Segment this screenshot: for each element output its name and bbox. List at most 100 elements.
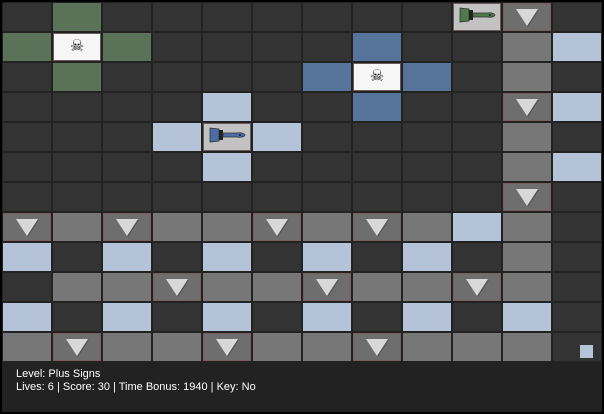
cell-gray-tile-r7c8[interactable] — [403, 213, 451, 241]
cell-light-blue-tile-r10c6[interactable] — [303, 303, 351, 331]
cell-gray-tile-r9c5[interactable] — [253, 273, 301, 301]
cell-light-blue-tile-r10c10[interactable] — [503, 303, 551, 331]
cell-empty-r0c7[interactable] — [353, 3, 401, 31]
cell-gray-tile-r11c8[interactable] — [403, 333, 451, 361]
cell-gray-tile-r11c6[interactable] — [303, 333, 351, 361]
cell-empty-r0c0[interactable] — [3, 3, 51, 31]
cell-gem-tile-r9c6[interactable] — [303, 273, 351, 301]
cell-empty-r5c1[interactable] — [53, 153, 101, 181]
cell-gray-tile-r9c2[interactable] — [103, 273, 151, 301]
cell-paintbrush-tile-r0c9[interactable] — [453, 3, 501, 31]
cell-light-blue-tile-r1c11[interactable] — [553, 33, 601, 61]
cell-empty-r8c11[interactable] — [553, 243, 601, 271]
cell-empty-r5c7[interactable] — [353, 153, 401, 181]
cell-paintbrush-tile-r4c4[interactable] — [203, 123, 251, 151]
cell-light-blue-tile-r8c8[interactable] — [403, 243, 451, 271]
cell-empty-r4c1[interactable] — [53, 123, 101, 151]
cell-empty-r4c7[interactable] — [353, 123, 401, 151]
cell-skull-tile-r2c7[interactable]: ☠ — [353, 63, 401, 91]
cell-empty-r6c11[interactable] — [553, 183, 601, 211]
cell-empty-r6c2[interactable] — [103, 183, 151, 211]
cell-gem-tile-r11c1[interactable] — [53, 333, 101, 361]
cell-empty-r8c3[interactable] — [153, 243, 201, 271]
cell-empty-r0c6[interactable] — [303, 3, 351, 31]
cell-empty-r1c4[interactable] — [203, 33, 251, 61]
cell-gray-tile-r9c1[interactable] — [53, 273, 101, 301]
cell-empty-r6c4[interactable] — [203, 183, 251, 211]
cell-empty-r6c6[interactable] — [303, 183, 351, 211]
cell-green-zone-r1c2[interactable] — [103, 33, 151, 61]
cell-light-blue-tile-r5c4[interactable] — [203, 153, 251, 181]
cell-gray-tile-r11c2[interactable] — [103, 333, 151, 361]
cell-gem-tile-r3c10[interactable] — [503, 93, 551, 121]
cell-empty-r6c7[interactable] — [353, 183, 401, 211]
cell-gem-tile-r7c7[interactable] — [353, 213, 401, 241]
cell-empty-r2c5[interactable] — [253, 63, 301, 91]
cell-blue-zone-r2c8[interactable] — [403, 63, 451, 91]
cell-gray-tile-r7c1[interactable] — [53, 213, 101, 241]
cell-empty-r2c3[interactable] — [153, 63, 201, 91]
cell-light-blue-tile-r8c6[interactable] — [303, 243, 351, 271]
cell-gray-tile-r2c10[interactable] — [503, 63, 551, 91]
cell-gem-tile-r7c5[interactable] — [253, 213, 301, 241]
cell-empty-r3c6[interactable] — [303, 93, 351, 121]
cell-gray-tile-r11c5[interactable] — [253, 333, 301, 361]
cell-light-blue-tile-r8c0[interactable] — [3, 243, 51, 271]
game-board[interactable]: ☠ ☠ — [3, 3, 601, 361]
cell-gray-tile-r7c10[interactable] — [503, 213, 551, 241]
cell-gray-tile-r7c6[interactable] — [303, 213, 351, 241]
cell-empty-r7c11[interactable] — [553, 213, 601, 241]
cell-gray-tile-r11c0[interactable] — [3, 333, 51, 361]
cell-empty-r4c0[interactable] — [3, 123, 51, 151]
cell-light-blue-tile-r5c11[interactable] — [553, 153, 601, 181]
cell-empty-r6c8[interactable] — [403, 183, 451, 211]
cell-empty-r0c8[interactable] — [403, 3, 451, 31]
cell-green-zone-r1c0[interactable] — [3, 33, 51, 61]
cell-empty-r9c11[interactable] — [553, 273, 601, 301]
cell-gray-tile-r1c10[interactable] — [503, 33, 551, 61]
cell-empty-r0c2[interactable] — [103, 3, 151, 31]
cell-gray-tile-r7c3[interactable] — [153, 213, 201, 241]
cell-empty-r0c11[interactable] — [553, 3, 601, 31]
cell-light-blue-tile-r8c4[interactable] — [203, 243, 251, 271]
cell-empty-r5c9[interactable] — [453, 153, 501, 181]
cell-light-blue-tile-r8c2[interactable] — [103, 243, 151, 271]
cell-empty-r8c1[interactable] — [53, 243, 101, 271]
cell-empty-r1c9[interactable] — [453, 33, 501, 61]
cell-empty-r4c9[interactable] — [453, 123, 501, 151]
cell-empty-r4c11[interactable] — [553, 123, 601, 151]
cell-empty-r6c3[interactable] — [153, 183, 201, 211]
cell-light-blue-tile-r4c5[interactable] — [253, 123, 301, 151]
cell-empty-r10c1[interactable] — [53, 303, 101, 331]
cell-empty-r4c2[interactable] — [103, 123, 151, 151]
cell-empty-r0c3[interactable] — [153, 3, 201, 31]
cell-empty-r1c6[interactable] — [303, 33, 351, 61]
cell-empty-r5c5[interactable] — [253, 153, 301, 181]
cell-empty-r3c8[interactable] — [403, 93, 451, 121]
cell-gem-tile-r9c3[interactable] — [153, 273, 201, 301]
cell-gem-tile-r11c7[interactable] — [353, 333, 401, 361]
cell-empty-r3c3[interactable] — [153, 93, 201, 121]
cell-empty-r2c11[interactable] — [553, 63, 601, 91]
cell-light-blue-tile-r10c4[interactable] — [203, 303, 251, 331]
cell-gray-tile-r11c9[interactable] — [453, 333, 501, 361]
cell-empty-r8c9[interactable] — [453, 243, 501, 271]
cell-green-zone-r0c1[interactable] — [53, 3, 101, 31]
cell-gray-tile-r8c10[interactable] — [503, 243, 551, 271]
cell-gray-tile-r9c4[interactable] — [203, 273, 251, 301]
cell-gem-tile-r9c9[interactable] — [453, 273, 501, 301]
cell-blue-zone-r1c7[interactable] — [353, 33, 401, 61]
cell-blue-zone-r2c6[interactable] — [303, 63, 351, 91]
cell-empty-r5c3[interactable] — [153, 153, 201, 181]
cell-light-blue-tile-r7c9[interactable] — [453, 213, 501, 241]
cell-gray-tile-r5c10[interactable] — [503, 153, 551, 181]
cell-empty-r0c4[interactable] — [203, 3, 251, 31]
cell-gray-tile-r9c8[interactable] — [403, 273, 451, 301]
cell-empty-r2c2[interactable] — [103, 63, 151, 91]
cell-skull-tile-r1c1[interactable]: ☠ — [53, 33, 101, 61]
cell-empty-r2c4[interactable] — [203, 63, 251, 91]
cell-empty-r10c7[interactable] — [353, 303, 401, 331]
cell-gray-tile-r7c4[interactable] — [203, 213, 251, 241]
cell-empty-r10c11[interactable] — [553, 303, 601, 331]
cell-empty-r3c5[interactable] — [253, 93, 301, 121]
